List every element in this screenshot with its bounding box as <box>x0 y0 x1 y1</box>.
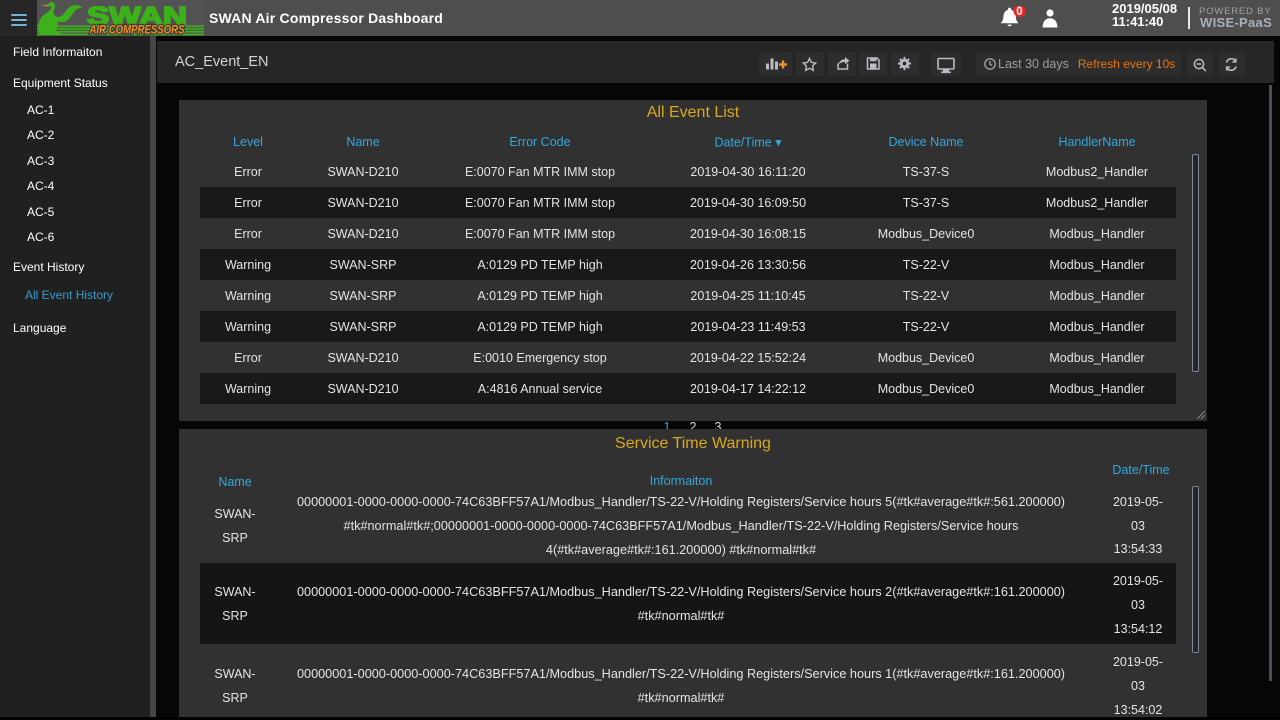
svg-text:AIR COMPRESSORS: AIR COMPRESSORS <box>89 25 185 37</box>
svg-text:0: 0 <box>1016 6 1022 18</box>
